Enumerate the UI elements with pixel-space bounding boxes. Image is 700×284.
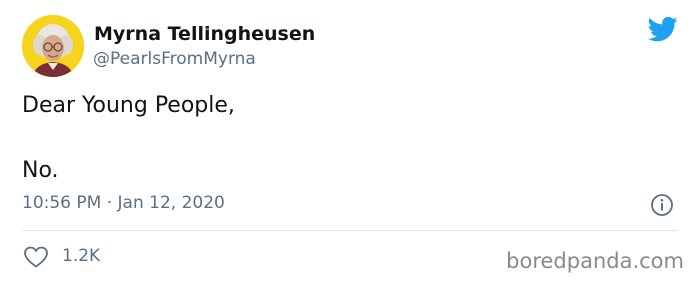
- watermark: boredpanda.com: [506, 249, 684, 273]
- divider: [22, 230, 678, 231]
- avatar[interactable]: [22, 15, 84, 77]
- user-handle[interactable]: @PearlsFromMyrna: [93, 48, 256, 70]
- twitter-bird-icon[interactable]: [646, 14, 680, 44]
- heart-outline-icon[interactable]: [23, 245, 49, 269]
- tweet-text-line-2: No.: [22, 158, 59, 183]
- tweet-timestamp[interactable]: 10:56 PM · Jan 12, 2020: [22, 192, 225, 214]
- display-name[interactable]: Myrna Tellingheusen: [94, 22, 315, 46]
- tweet-text-line-1: Dear Young People,: [22, 93, 235, 118]
- tweet-card: Myrna Tellingheusen @PearlsFromMyrna Dea…: [0, 0, 700, 284]
- like-count[interactable]: 1.2K: [62, 245, 100, 267]
- info-circle-icon[interactable]: [650, 193, 674, 217]
- elderly-woman-avatar-icon: [22, 15, 84, 77]
